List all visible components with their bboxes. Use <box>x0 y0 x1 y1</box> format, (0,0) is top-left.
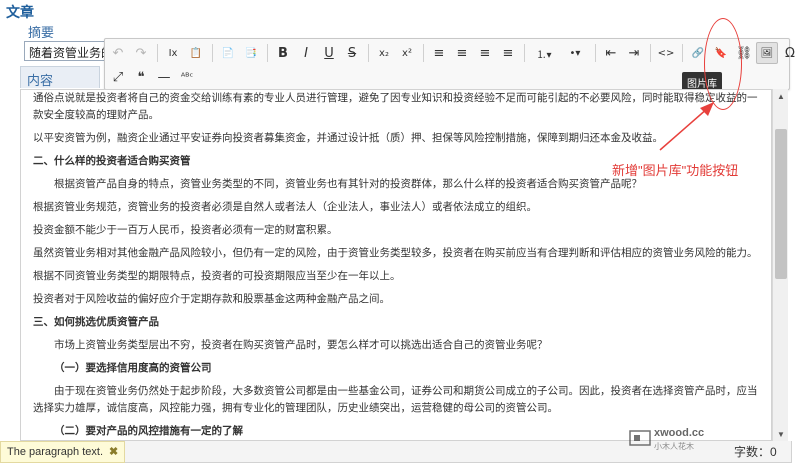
spellcheck-button[interactable]: ᴬᴮᶜ <box>176 66 198 88</box>
toolbar-separator <box>682 44 683 62</box>
source-code-button[interactable]: <> <box>655 42 677 64</box>
paste-word-icon: 📑 <box>244 47 258 59</box>
strike-button[interactable]: S <box>341 42 363 64</box>
align-center-button[interactable]: ≡ <box>451 42 473 64</box>
subscript-button[interactable]: x₂ <box>373 42 395 64</box>
content-paragraph: 虽然资管业务相对其他金融产品风险较小，但仍有一定的风险，由于资管业务类型较多，投… <box>33 247 758 259</box>
paste-plain-icon: 📄 <box>221 47 235 59</box>
paste-word-button[interactable]: 📑 <box>240 42 262 64</box>
content-paragraph: 投资者对于风险收益的偏好应介于定期存款和股票基金这两种金融产品之间。 <box>33 293 390 305</box>
fullscreen-icon: ⤢ <box>112 69 124 85</box>
outdent-button[interactable]: ⇤ <box>600 42 622 64</box>
fullscreen-button[interactable]: ⤢ <box>107 66 129 88</box>
bold-icon: B <box>278 45 288 61</box>
content-paragraph: 投资金额不能少于一百万人民币，投资者必须有一定的财富积累。 <box>33 224 338 236</box>
content-paragraph: 以平安资管为例，融资企业通过平安证券向投资者募集资金，并通过设计抵（质）押、担保… <box>33 132 663 144</box>
subscript-icon: x₂ <box>379 47 389 59</box>
remove-format-icon: Ix <box>168 47 178 59</box>
link-icon: 🔗 <box>691 47 705 59</box>
align-center-icon: ≡ <box>456 45 468 61</box>
horizontal-rule-icon: — <box>157 69 171 85</box>
blockquote-icon: ❝ <box>137 69 145 85</box>
align-justify-icon: ≡ <box>502 45 514 61</box>
content-paragraph: 由于现在资管业务仍然处于起步阶段，大多数资管公司都是由一些基金公司，证券公司和期… <box>33 385 758 414</box>
scroll-up-icon[interactable]: ▲ <box>773 89 789 103</box>
toolbar-row-1: ↶↷Ix📋📄📑BIUSx₂x²≡≡≡≡⒈▾•▾⇤⇥<>🔗🔖⛓🖼Ω🖨 <box>105 41 800 65</box>
underline-button[interactable]: U <box>318 42 340 64</box>
content-paragraph: 通俗点说就是投资者将自己的资金交给训练有素的专业人员进行管理，避免了因专业知识和… <box>33 92 758 121</box>
watermark-subtext: 小木人花木 <box>654 442 694 451</box>
content-paragraph: 根据资管业务规范，资管业务的投资者必须是自然人或者法人（企业法人，事业法人）或者… <box>33 201 537 213</box>
content-heading: 三、如何挑选优质资管产品 <box>33 316 159 328</box>
italic-icon: I <box>304 45 308 61</box>
redo-button[interactable]: ↷ <box>130 42 152 64</box>
bullet-list-button[interactable]: •▾ <box>560 42 590 64</box>
watermark-text: xwood.cc <box>654 427 705 439</box>
toolbar-separator <box>212 44 213 62</box>
callout-text: 新增"图片库"功能按钮 <box>612 163 739 178</box>
content-paragraph: 市场上资管业务类型层出不穷，投资者在购买资管产品时，要怎么样才可以挑选出适合自己… <box>54 339 548 351</box>
horizontal-rule-button[interactable]: — <box>153 66 175 88</box>
toolbar-row-2: ⤢ ❝ — ᴬᴮᶜ <box>105 65 199 89</box>
word-count: 字数：0 <box>734 445 777 459</box>
numbered-list-icon: ⒈▾ <box>536 49 552 61</box>
scroll-down-icon[interactable]: ▼ <box>773 427 789 441</box>
callout-circle <box>704 18 742 110</box>
align-right-icon: ≡ <box>479 45 491 61</box>
element-path: The paragraph text. ✖ <box>0 441 126 463</box>
toolbar-separator <box>650 44 651 62</box>
content-paragraph: 根据不同资管业务类型的期限特点，投资者的可投资期限应当至少在一年以上。 <box>33 270 401 282</box>
special-char-icon: Ω <box>785 45 795 61</box>
superscript-button[interactable]: x² <box>396 42 418 64</box>
toolbar-separator <box>157 44 158 62</box>
toolbar-separator <box>267 44 268 62</box>
watermark-logo: xwood.cc 小木人花木 <box>628 425 708 455</box>
undo-button[interactable]: ↶ <box>107 42 129 64</box>
bold-button[interactable]: B <box>272 42 294 64</box>
toolbar-separator <box>524 44 525 62</box>
superscript-icon: x² <box>402 47 412 59</box>
undo-icon: ↶ <box>112 45 124 61</box>
scroll-thumb[interactable] <box>775 129 787 279</box>
bullet-list-icon: •▾ <box>569 47 581 59</box>
watermark-icon <box>629 430 651 446</box>
paste-button[interactable]: 📋 <box>185 42 207 64</box>
image-library-icon: 🖼 <box>760 47 774 59</box>
section-title: 文章 <box>6 4 34 20</box>
image-library-button[interactable]: 🖼 <box>756 42 778 64</box>
toolbar-separator <box>595 44 596 62</box>
blockquote-button[interactable]: ❝ <box>130 66 152 88</box>
indent-button[interactable]: ⇥ <box>623 42 645 64</box>
align-justify-button[interactable]: ≡ <box>497 42 519 64</box>
align-left-icon: ≡ <box>433 45 445 61</box>
editor-content-area[interactable]: 通俗点说就是投资者将自己的资金交给训练有素的专业人员进行管理，避免了因专业知识和… <box>20 89 772 441</box>
align-left-button[interactable]: ≡ <box>428 42 450 64</box>
toolbar-separator <box>423 44 424 62</box>
toolbar-separator <box>368 44 369 62</box>
paste-plain-button[interactable]: 📄 <box>217 42 239 64</box>
align-right-button[interactable]: ≡ <box>474 42 496 64</box>
outdent-icon: ⇤ <box>605 45 617 61</box>
remove-format-button[interactable]: Ix <box>162 42 184 64</box>
strike-icon: S <box>347 45 357 61</box>
source-code-icon: <> <box>657 47 675 59</box>
italic-button[interactable]: I <box>295 42 317 64</box>
indent-icon: ⇥ <box>628 45 640 61</box>
redo-icon: ↷ <box>135 45 147 61</box>
content-heading: （一）要选择信用度高的资管公司 <box>54 362 212 374</box>
element-path-text: The paragraph text. <box>7 446 104 458</box>
content-scrollbar[interactable]: ▲ ▼ <box>772 89 788 441</box>
close-icon[interactable]: ✖ <box>109 444 118 460</box>
paste-icon: 📋 <box>189 47 203 59</box>
spellcheck-icon: ᴬᴮᶜ <box>180 71 194 83</box>
special-char-button[interactable]: Ω <box>779 42 800 64</box>
numbered-list-button[interactable]: ⒈▾ <box>529 42 559 64</box>
underline-icon: U <box>324 45 334 61</box>
